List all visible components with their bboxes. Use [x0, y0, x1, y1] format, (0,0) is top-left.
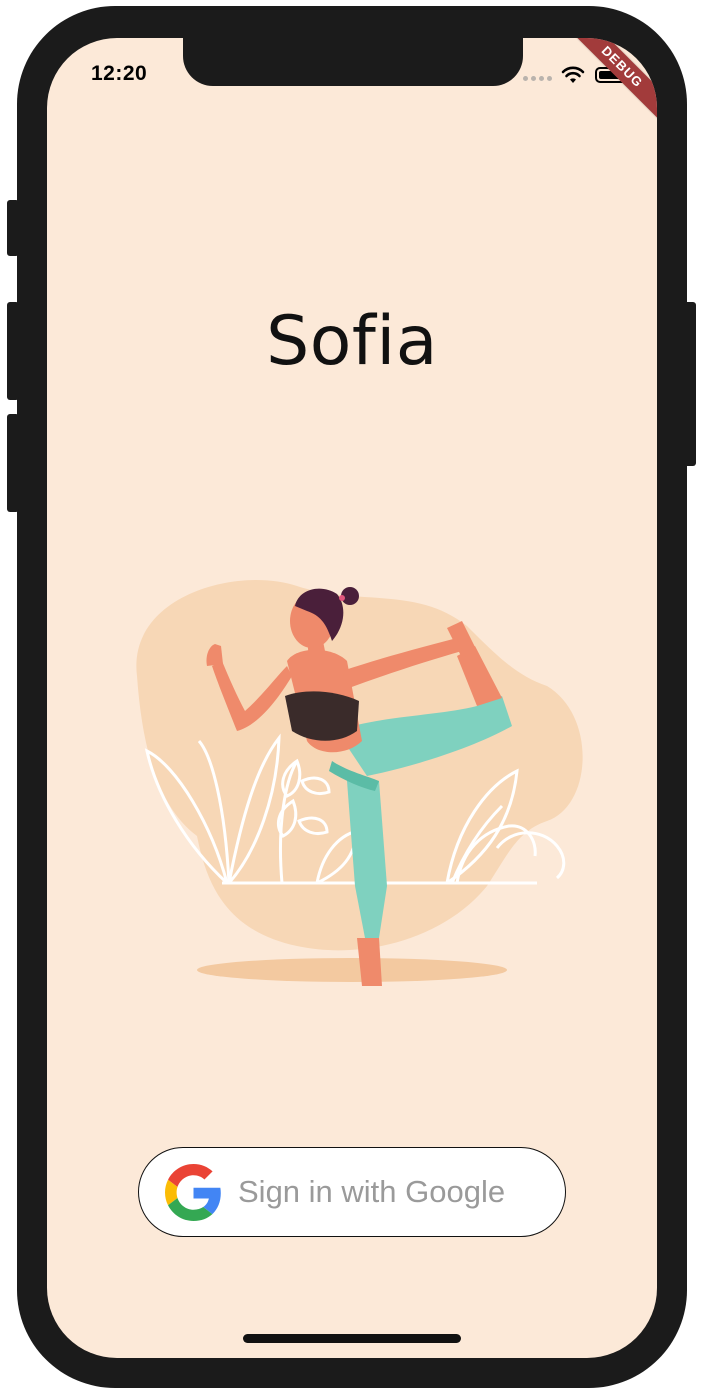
- app-screen: 12:20 DEBUG Sofia Sign in with Google: [47, 38, 657, 1358]
- home-indicator[interactable]: [243, 1334, 461, 1343]
- yoga-pose-illustration: [136, 580, 583, 986]
- cellular-signal-icon: [523, 76, 552, 81]
- power-button: [684, 302, 696, 466]
- status-time: 12:20: [91, 62, 148, 85]
- volume-down-button: [7, 414, 19, 512]
- volume-up-button: [7, 302, 19, 400]
- mute-switch: [7, 200, 19, 256]
- google-sign-in-button[interactable]: Sign in with Google: [138, 1147, 566, 1237]
- wifi-icon: [561, 66, 585, 83]
- app-title: Sofia: [266, 302, 438, 381]
- google-sign-in-label: Sign in with Google: [238, 1174, 506, 1209]
- notch: [183, 38, 523, 86]
- google-g-icon: [165, 1164, 221, 1221]
